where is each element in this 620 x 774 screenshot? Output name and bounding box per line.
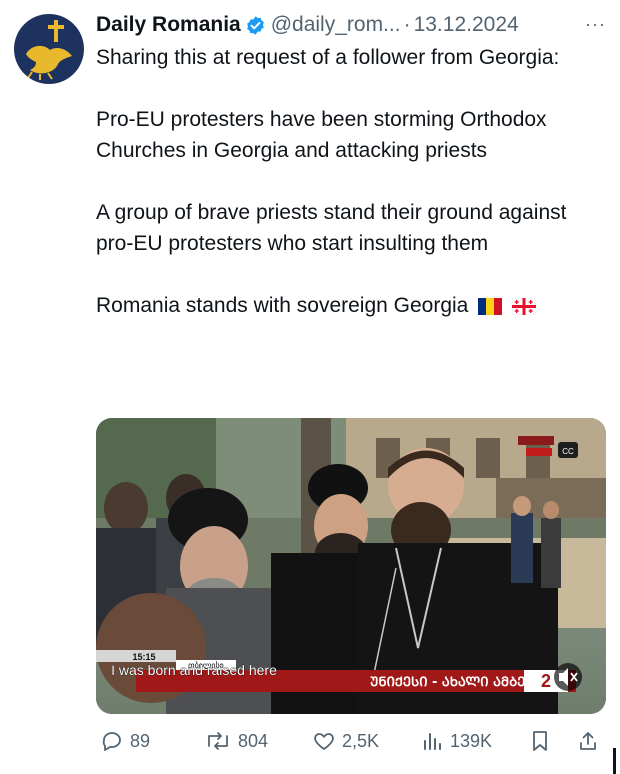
like-button[interactable]: 2,5K [312,729,379,753]
tweet-paragraph: Pro-EU protesters have been storming Ort… [96,108,547,162]
bookmark-button[interactable] [528,729,552,753]
repost-button[interactable]: 804 [204,729,268,753]
tweet-date[interactable]: 13.12.2024 [414,13,519,37]
views-button[interactable]: 139K [420,729,492,753]
separator-dot: · [403,13,411,36]
share-button[interactable] [576,729,600,753]
action-bar: 89 804 2,5K 139K [96,724,616,758]
tweet-paragraph: A group of brave priests stand their gro… [96,201,567,255]
repost-count: 804 [238,730,269,751]
tweet-paragraph: Romania stands with sovereign Georgia [96,294,469,317]
view-count: 139K [450,730,493,751]
like-count: 2,5K [342,730,380,751]
bookmark-icon [533,731,547,751]
cc-label[interactable]: CC [562,447,574,456]
heart-icon [314,733,334,750]
georgia-flag-icon [511,293,537,324]
romania-flag-icon [478,293,503,324]
author-name[interactable]: Daily Romania [96,13,241,37]
speaker-muted-icon[interactable] [554,663,582,691]
tweet-text: Sharing this at request of a follower fr… [96,42,596,324]
video-subtitle: I was born and raised here [111,662,277,678]
verified-badge-icon [245,15,266,36]
repost-icon [208,732,228,750]
channel-logo: 2 [541,671,551,691]
news-ticker: ᲣᲜᲘᲥᲔᲡᲘ - ᲐᲮᲐᲚᲘ ᲐᲛᲑᲔᲑᲘ [370,675,541,690]
share-icon [580,732,596,750]
reply-icon [102,732,121,751]
author-handle[interactable]: @daily_rom... [271,13,401,37]
avatar[interactable] [14,14,84,84]
video-frame: CC 15:15 თბილისი ᲣᲜᲘᲥᲔᲡᲘ - ᲐᲮᲐᲚᲘ ᲐᲛᲑᲔᲑᲘ … [96,418,606,714]
tweet-paragraph-flags: Romania stands with sovereign Georgia [96,290,596,324]
eagle-cross-emblem-icon [26,20,72,80]
analytics-icon [424,733,441,750]
video-player[interactable]: CC 15:15 თბილისი ᲣᲜᲘᲥᲔᲡᲘ - ᲐᲮᲐᲚᲘ ᲐᲛᲑᲔᲑᲘ … [96,418,606,714]
tweet-header: Daily Romania @daily_rom... · 13.12.2024… [96,10,612,40]
more-options-icon[interactable]: ··· [585,14,606,35]
scroll-indicator[interactable] [613,748,616,774]
video-timestamp: 15:15 [132,652,155,662]
reply-count: 89 [130,730,151,751]
tweet-paragraph: Sharing this at request of a follower fr… [96,46,560,69]
reply-button[interactable]: 89 [100,729,150,753]
